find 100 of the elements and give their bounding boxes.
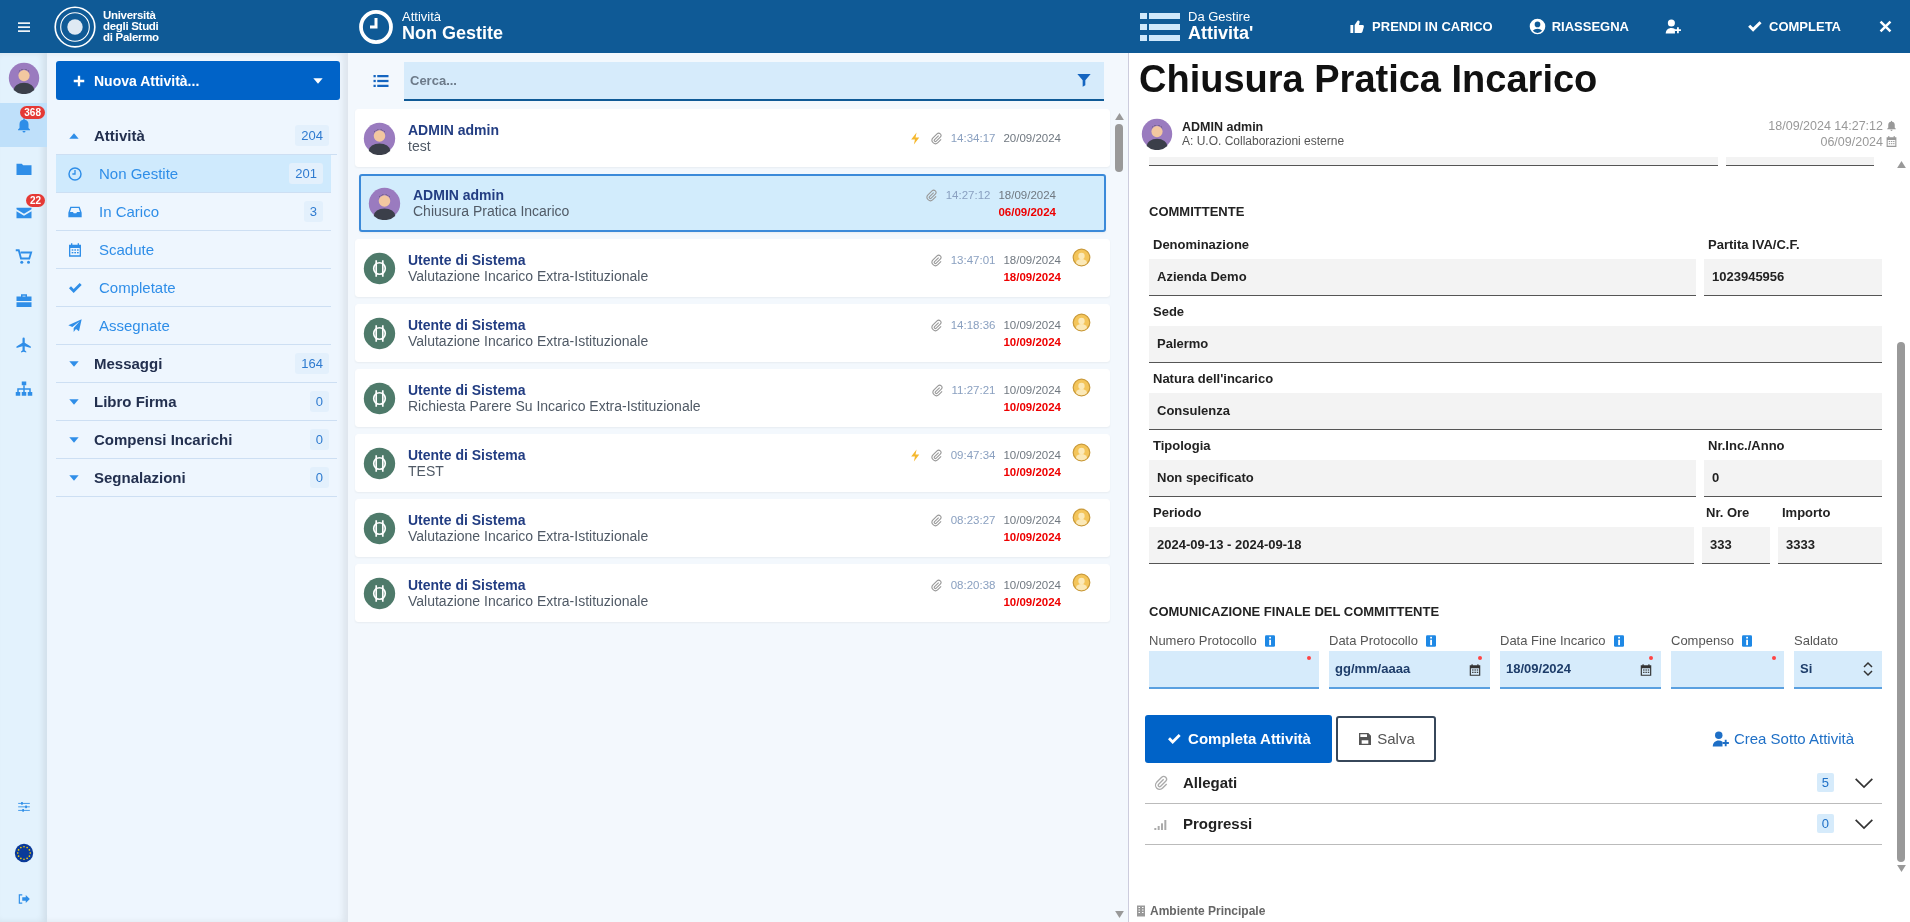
building-icon <box>1135 905 1147 917</box>
activity-item[interactable]: Utente di Sistema Richiesta Parere Su Incarico Extra-Istituzionale 11:27:21 10/09/2024 10/09/2024 <box>355 369 1110 427</box>
activity-item[interactable]: Utente di Sistema Valutazione Incarico Extra-Istituzionale 14:18:36 10/09/2024 10/09/2024 <box>355 304 1110 362</box>
author-name: ADMIN admin <box>1182 119 1265 134</box>
date-text: 10/09/2024 <box>1003 514 1061 526</box>
save-button[interactable]: Salva <box>1336 715 1436 762</box>
sidebar-item[interactable]: In Carico 3 <box>56 193 331 231</box>
field-label: Nr.Inc./Anno <box>1707 437 1786 455</box>
readonly-field: 3333 <box>1778 526 1882 564</box>
date-text: 18/09/2024 <box>998 189 1056 201</box>
rail-item[interactable]: 368 <box>0 103 47 147</box>
down-arrow-icon[interactable] <box>1896 864 1906 872</box>
avatar-icon <box>7 62 40 94</box>
section-title: COMUNICAZIONE FINALE DEL COMMITTENTE <box>1149 603 1441 619</box>
author-name: Utente di Sistema <box>408 252 527 268</box>
scrollbar-thumb[interactable] <box>1115 124 1123 172</box>
due-date: 06/09/2024 <box>1820 134 1883 149</box>
avatar-icon <box>363 121 396 155</box>
activity-item[interactable]: Utente di Sistema Valutazione Incarico Extra-Istituzionale 13:47:01 18/09/2024 18/09/2024 <box>355 239 1110 297</box>
field-label: Partita IVA/C.F. <box>1707 236 1801 254</box>
time-text: 08:23:27 <box>950 514 996 526</box>
activity-subject: Valutazione Incarico Extra-Istituzionale <box>408 268 650 284</box>
complete-button[interactable]: Completa Attività <box>1145 714 1332 763</box>
input-field[interactable] <box>1726 156 1874 166</box>
calendar-icon <box>1885 135 1898 149</box>
author-name: Utente di Sistema <box>408 317 527 333</box>
input-field[interactable] <box>1149 156 1718 166</box>
clock-icon <box>358 8 394 45</box>
up-arrow-icon[interactable] <box>1896 160 1906 168</box>
due-date: 10/09/2024 <box>1003 400 1061 413</box>
date-text: 10/09/2024 <box>1003 449 1061 461</box>
due-date: 18/09/2024 <box>1003 270 1061 283</box>
activity-item[interactable]: ADMIN admin Chiusura Pratica Incarico 14:27:12 18/09/2024 06/09/2024 <box>359 174 1106 232</box>
readonly-field: Palermo <box>1149 325 1882 363</box>
time-text: 08:20:38 <box>950 579 996 591</box>
time-text: 14:34:17 <box>950 132 996 144</box>
select-field[interactable]: Si <box>1794 650 1882 689</box>
calendar-icon <box>1468 662 1482 677</box>
activity-item[interactable]: Utente di Sistema Valutazione Incarico Extra-Istituzionale 08:20:38 10/09/2024 10/09/2024 <box>355 564 1110 622</box>
group-header[interactable]: Messaggi 164 <box>56 345 337 383</box>
up-arrow-icon[interactable] <box>1114 113 1124 120</box>
created-date: 18/09/2024 14:27:12 <box>1768 118 1883 133</box>
action-button[interactable]: PRENDI IN CARICO <box>1339 12 1503 41</box>
list-icon <box>372 72 390 90</box>
field-label: Saldato <box>1794 633 1839 649</box>
input-field[interactable] <box>1671 650 1784 689</box>
search-field[interactable]: Cerca... <box>404 61 1104 101</box>
avatar-icon <box>363 251 396 285</box>
sidebar-item[interactable]: Non Gestite 201 <box>56 155 331 193</box>
field-label: Denominazione <box>1152 236 1251 254</box>
count-badge: 164 <box>295 353 329 374</box>
new-activity-button[interactable]: Nuova Attività... <box>56 61 340 100</box>
activity-item[interactable]: Utente di Sistema TEST 09:47:34 10/09/2024 10/09/2024 <box>355 434 1110 492</box>
send-icon <box>67 317 83 334</box>
flag-icon <box>13 843 34 863</box>
scrollbar-thumb[interactable] <box>1897 341 1905 862</box>
filter-icon <box>1076 71 1092 88</box>
sliders-icon <box>16 800 31 814</box>
due-date: 10/09/2024 <box>1003 335 1061 348</box>
activity-subject: Chiusura Pratica Incarico <box>413 203 571 219</box>
activity-item[interactable]: ADMIN admin test 14:34:17 20/09/2024 <box>355 109 1110 167</box>
date-field[interactable]: 18/09/2024 <box>1500 650 1661 689</box>
readonly-field: Azienda Demo <box>1149 258 1696 296</box>
date-text: 20/09/2024 <box>1003 132 1061 144</box>
field-label: Data Fine Incarico <box>1500 633 1606 649</box>
add-user-icon <box>1711 729 1730 748</box>
group-header[interactable]: Segnalazioni 0 <box>56 459 337 497</box>
group-header[interactable]: Libro Firma 0 <box>56 383 337 421</box>
action-button[interactable]: RIASSEGNA <box>1518 12 1639 41</box>
avatar-icon <box>1141 117 1173 150</box>
time-text: 14:27:12 <box>945 189 991 201</box>
plane-icon <box>14 336 33 354</box>
readonly-field: 2024-09-13 - 2024-09-18 <box>1149 526 1694 564</box>
briefcase-icon <box>14 292 33 310</box>
plus-icon <box>72 73 86 88</box>
activity-subject: test <box>408 138 432 154</box>
seal-icon <box>53 4 97 49</box>
avatar-icon <box>363 381 396 415</box>
input-field[interactable] <box>1149 650 1319 689</box>
due-date: 10/09/2024 <box>1003 595 1061 608</box>
accordion-header[interactable]: Allegati 5 <box>1145 762 1882 804</box>
header-title: Non Gestite <box>402 23 503 43</box>
user-icon <box>1528 18 1546 35</box>
field-label: Compenso <box>1671 633 1734 649</box>
author-name: Utente di Sistema <box>408 447 527 463</box>
thumbs-up-icon <box>1349 18 1367 35</box>
section-title: COMMITTENTE <box>1149 203 1246 219</box>
rail-item[interactable]: 22 <box>0 191 47 235</box>
create-subtask-link[interactable]: Crea Sotto Attività <box>1711 729 1854 748</box>
calendar-icon <box>1639 662 1653 677</box>
group-header[interactable]: Compensi Incarichi 0 <box>56 421 337 459</box>
activity-title: Chiusura Pratica Incarico <box>1138 57 1599 101</box>
recipient-text: A: U.O. Collaborazioni esterne <box>1182 133 1346 148</box>
down-arrow-icon[interactable] <box>1114 911 1124 918</box>
header-caption: Da Gestire <box>1188 10 1252 24</box>
date-field[interactable]: gg/mm/aaaa <box>1329 650 1490 689</box>
action-button[interactable]: COMPLETA <box>1736 12 1851 41</box>
readonly-field: Non specificato <box>1149 459 1696 497</box>
accordion-header[interactable]: Progressi 0 <box>1145 803 1882 845</box>
activity-item[interactable]: Utente di Sistema Valutazione Incarico Extra-Istituzionale 08:23:27 10/09/2024 10/09/2024 <box>355 499 1110 557</box>
